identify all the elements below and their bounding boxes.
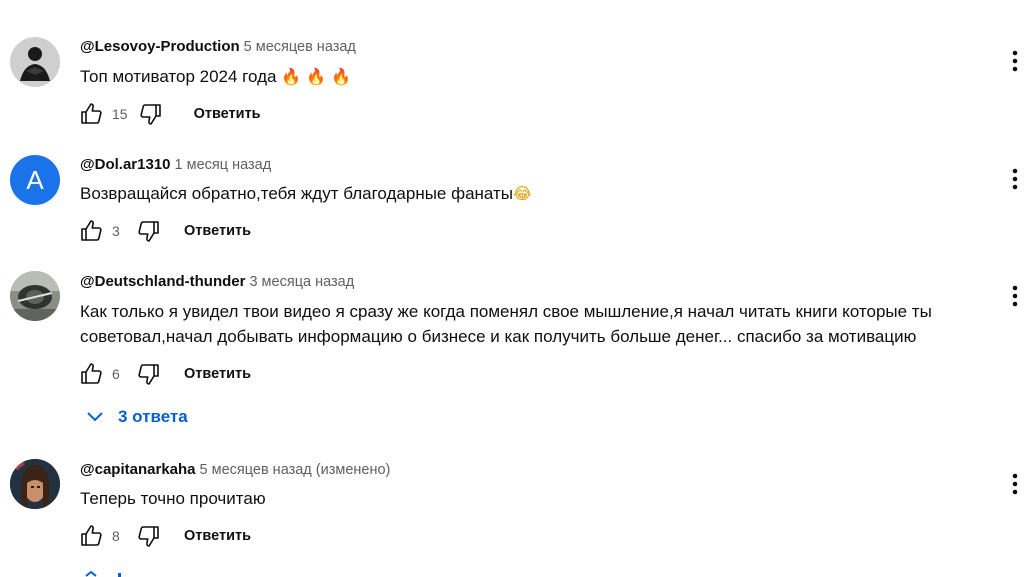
avatar[interactable]: A <box>10 155 60 205</box>
comment-actions: 8 Ответить <box>78 523 251 549</box>
chevron-down-icon <box>82 404 108 430</box>
more-vert-icon[interactable] <box>1005 164 1025 194</box>
thumbs-down-icon[interactable] <box>136 361 162 387</box>
comment-actions: 6 Ответить <box>78 361 251 387</box>
more-vert-icon[interactable] <box>1005 469 1025 499</box>
avatar[interactable] <box>10 37 60 87</box>
comment-text-line: Как только я увидел твои видео я сразу ж… <box>80 302 932 321</box>
comment-text: Теперь точно прочитаю <box>80 486 1000 511</box>
comment-header: @Deutschland-thunder 3 месяца назад <box>80 273 354 290</box>
comment-text-body: Топ мотиватор 2024 года <box>80 67 277 86</box>
comment-actions: 15 Ответить <box>78 101 261 127</box>
thumbs-up-icon[interactable] <box>78 101 104 127</box>
comment-text-line: советовал,начал добывать информацию о би… <box>80 327 917 346</box>
reply-button[interactable]: Ответить <box>184 528 251 544</box>
more-vert-icon[interactable] <box>1005 281 1025 311</box>
author-name[interactable]: @Dol.ar1310 <box>80 156 171 173</box>
comment-text: Топ мотиватор 2024 года 🔥 🔥 🔥 <box>80 64 1000 89</box>
comment-header: @Dol.ar1310 1 месяц назад <box>80 156 271 173</box>
avatar[interactable] <box>10 459 60 509</box>
comment-header: @Lesovoy-Production 5 месяцев назад <box>80 38 356 55</box>
thumbs-up-icon[interactable] <box>78 218 104 244</box>
author-name[interactable]: @Deutschland-thunder <box>80 273 245 290</box>
thumbs-up-icon[interactable] <box>78 523 104 549</box>
comment-text: Как только я увидел твои видео я сразу ж… <box>80 299 1000 349</box>
like-count: 6 <box>112 366 120 382</box>
comment-text: Возвращайся обратно,тебя ждут благодарны… <box>80 181 1000 206</box>
comment-time[interactable]: 3 месяца назад <box>249 274 354 290</box>
comment-time[interactable]: 5 месяцев назад (изменено) <box>200 462 391 478</box>
cut-off-replies-toggle[interactable] <box>82 565 142 577</box>
like-count: 3 <box>112 223 120 239</box>
replies-count-label: 3 ответа <box>118 407 188 426</box>
comment-text-body: Возвращайся обратно,тебя ждут благодарны… <box>80 184 514 203</box>
thumbs-down-icon[interactable] <box>138 101 164 127</box>
author-name[interactable]: @capitanarkaha <box>80 461 196 478</box>
show-replies-button[interactable]: 3 ответа <box>82 404 188 430</box>
like-count: 8 <box>112 528 120 544</box>
fire-emoji: 🔥 🔥 🔥 <box>281 67 352 86</box>
laughing-emoji: 😂 <box>513 184 532 203</box>
thumbs-up-icon[interactable] <box>78 361 104 387</box>
avatar-letter: A <box>26 164 44 195</box>
comment-header: @capitanarkaha 5 месяцев назад (изменено) <box>80 461 390 478</box>
comment-text-body: Теперь точно прочитаю <box>80 489 266 508</box>
more-vert-icon[interactable] <box>1005 46 1025 76</box>
author-name[interactable]: @Lesovoy-Production <box>80 38 240 55</box>
comment-time[interactable]: 5 месяцев назад <box>244 39 356 55</box>
thumbs-down-icon[interactable] <box>136 218 162 244</box>
reply-button[interactable]: Ответить <box>194 106 261 122</box>
thumbs-down-icon[interactable] <box>136 523 162 549</box>
comment-actions: 3 Ответить <box>78 218 251 244</box>
like-count: 15 <box>112 106 128 122</box>
avatar[interactable] <box>10 271 60 321</box>
comment-time[interactable]: 1 месяц назад <box>175 157 272 173</box>
reply-button[interactable]: Ответить <box>184 366 251 382</box>
reply-button[interactable]: Ответить <box>184 223 251 239</box>
